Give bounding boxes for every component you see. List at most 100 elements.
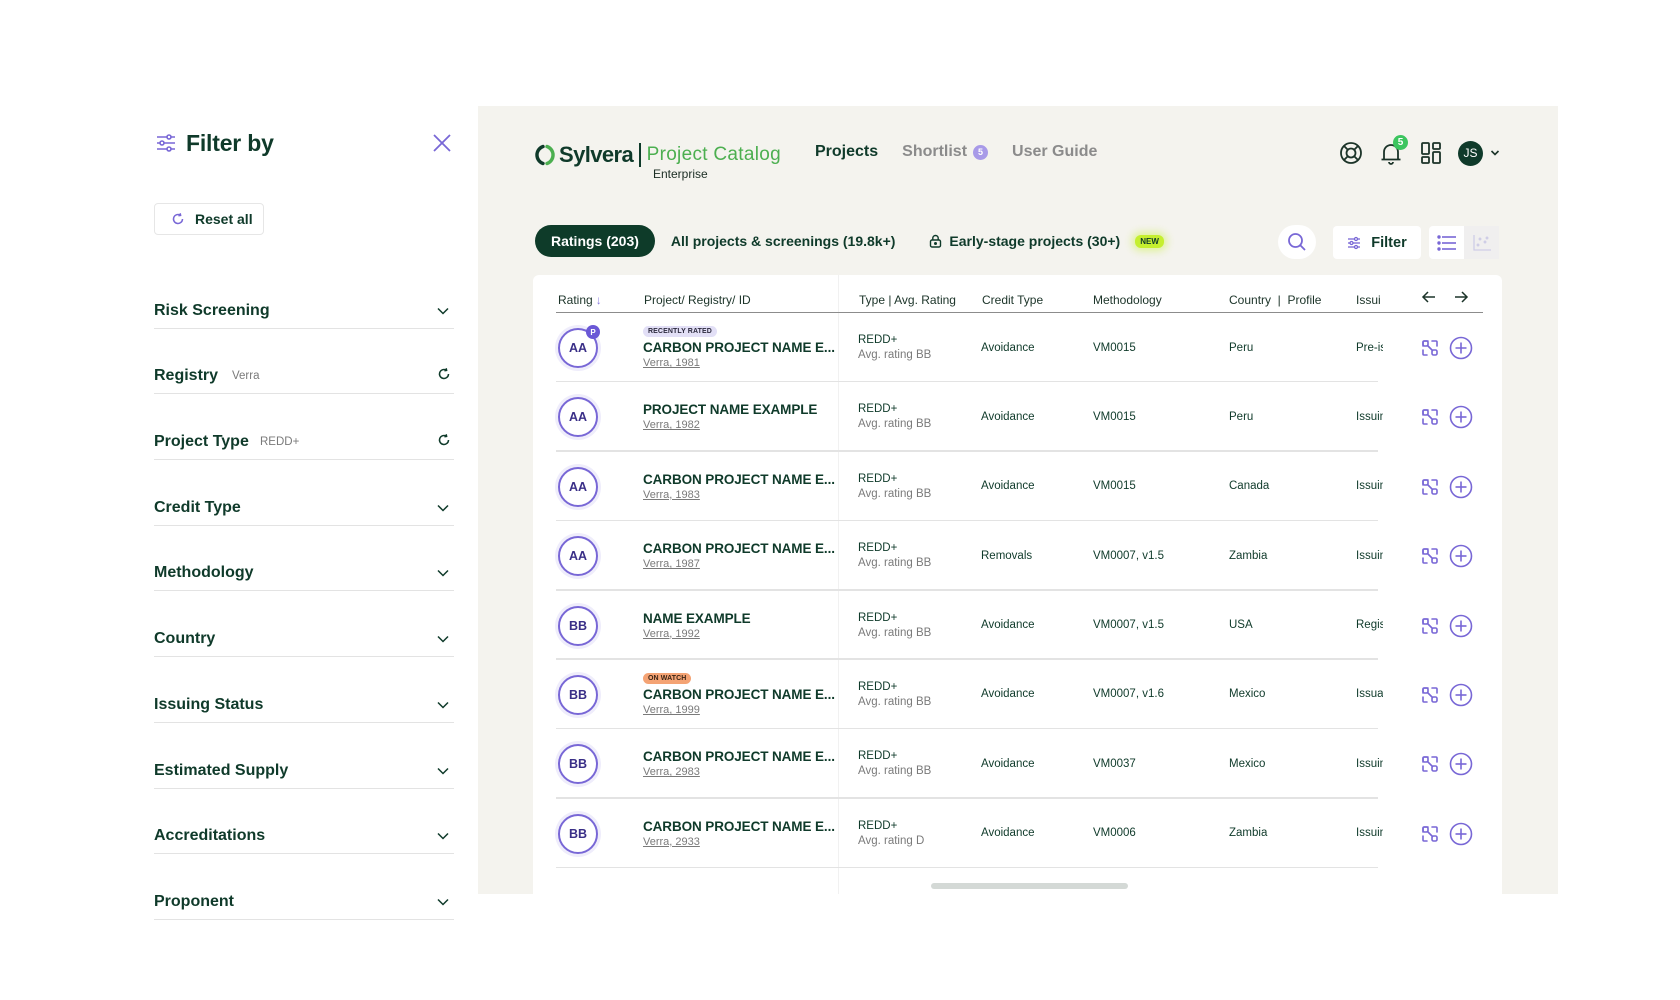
- registry-link[interactable]: Verra, 2933: [643, 836, 835, 848]
- chevron-down-icon[interactable]: [436, 831, 450, 841]
- project-name-link[interactable]: CARBON PROJECT NAME E...: [643, 472, 835, 487]
- chevron-down-icon[interactable]: [436, 568, 450, 578]
- reset-icon[interactable]: [437, 367, 451, 381]
- project-name-link[interactable]: CARBON PROJECT NAME E...: [643, 340, 835, 355]
- project-name-link[interactable]: NAME EXAMPLE: [643, 611, 751, 626]
- tab-ratings[interactable]: Ratings (203): [535, 225, 655, 257]
- registry-link[interactable]: Verra, 1992: [643, 628, 751, 640]
- table-row[interactable]: BB ON WATCH CARBON PROJECT NAME E... Verra,…: [556, 660, 1483, 730]
- compare-icon: [1422, 548, 1438, 564]
- table-row[interactable]: AA P RECENTLY RATED CARBON PROJECT NAME E..…: [556, 313, 1483, 383]
- compare-button[interactable]: [1420, 407, 1440, 427]
- registry-link[interactable]: Verra, 1987: [643, 558, 835, 570]
- close-icon[interactable]: [431, 132, 453, 154]
- search-button[interactable]: [1278, 225, 1316, 259]
- add-to-shortlist-button[interactable]: [1449, 544, 1473, 568]
- registry-link[interactable]: Verra, 1999: [643, 704, 835, 716]
- arrow-left-icon[interactable]: [1420, 289, 1438, 305]
- rating-badge: AA P: [558, 325, 600, 368]
- add-to-shortlist-button[interactable]: [1449, 336, 1473, 360]
- chevron-down-icon[interactable]: [436, 634, 450, 644]
- nav-projects[interactable]: Projects: [815, 143, 878, 161]
- logo[interactable]: Sylvera Project Catalog: [534, 140, 781, 170]
- chevron-down-icon[interactable]: [436, 306, 450, 316]
- rating-badge: BB: [558, 813, 598, 854]
- filter-button[interactable]: Filter: [1333, 226, 1421, 259]
- filter-project-type[interactable]: Project Type REDD+: [154, 394, 454, 461]
- project-name-link[interactable]: CARBON PROJECT NAME E...: [643, 541, 835, 556]
- help-button[interactable]: [1338, 140, 1364, 166]
- reset-icon[interactable]: [437, 433, 451, 447]
- chevron-down-icon[interactable]: [436, 503, 450, 513]
- table-row[interactable]: AA CARBON PROJECT NAME E... Verra, 1983 RED…: [556, 452, 1483, 522]
- compare-button[interactable]: [1420, 824, 1440, 844]
- project-name-link[interactable]: CARBON PROJECT NAME E...: [643, 687, 835, 702]
- project-cell: RECENTLY RATED CARBON PROJECT NAME E... Ve…: [643, 313, 835, 382]
- add-to-shortlist-button[interactable]: [1449, 822, 1473, 846]
- lifebuoy-icon: [1340, 142, 1362, 164]
- table-row[interactable]: AA CARBON PROJECT NAME E... Verra, 1987 RED…: [556, 521, 1483, 591]
- user-avatar[interactable]: JS: [1458, 140, 1483, 166]
- filter-country[interactable]: Country: [154, 591, 454, 658]
- compare-button[interactable]: [1420, 338, 1440, 358]
- col-rating-label: Rating: [558, 293, 593, 307]
- filter-label: Country: [154, 630, 216, 648]
- reset-all-button[interactable]: Reset all: [154, 203, 264, 235]
- registry-link[interactable]: Verra, 2983: [643, 766, 835, 778]
- notifications-button[interactable]: 5: [1378, 135, 1408, 166]
- registry-link[interactable]: Verra, 1981: [643, 357, 835, 369]
- row-divider: [556, 866, 1378, 869]
- issuing-status-cell: Registered: [1356, 619, 1383, 632]
- arrow-right-icon[interactable]: [1452, 289, 1470, 305]
- add-to-shortlist-button[interactable]: [1449, 475, 1473, 499]
- list-view-button[interactable]: [1429, 226, 1464, 259]
- filter-risk-screening[interactable]: Risk Screening: [154, 263, 454, 329]
- table-row[interactable]: BB CARBON PROJECT NAME E... Verra, 2983 RED…: [556, 729, 1483, 799]
- add-to-shortlist-button[interactable]: [1449, 614, 1473, 638]
- project-type: REDD+: [858, 472, 898, 485]
- project-name-link[interactable]: CARBON PROJECT NAME E...: [643, 819, 835, 834]
- filter-label: Estimated Supply: [154, 761, 289, 779]
- compare-button[interactable]: [1420, 616, 1440, 636]
- add-to-shortlist-button[interactable]: [1449, 752, 1473, 776]
- chart-view-button[interactable]: [1464, 226, 1499, 259]
- compare-button[interactable]: [1420, 754, 1440, 774]
- compare-button[interactable]: [1420, 546, 1440, 566]
- registry-link[interactable]: Verra, 1982: [643, 419, 817, 431]
- table-header: Rating ↓ Project/ Registry/ ID Type | Avg…: [556, 275, 1483, 313]
- tab-all-projects[interactable]: All projects & screenings (19.8k+): [671, 233, 895, 249]
- tab-early-stage[interactable]: Early-stage projects (30+) NEW: [929, 233, 1164, 249]
- filter-issuing-status[interactable]: Issuing Status: [154, 657, 454, 723]
- add-to-shortlist-button[interactable]: [1449, 405, 1473, 429]
- table-row[interactable]: BB CARBON PROJECT NAME E... Verra, 2933 RED…: [556, 799, 1483, 869]
- col-rating[interactable]: Rating ↓: [558, 293, 602, 307]
- filter-estimated-supply[interactable]: Estimated Supply: [154, 723, 454, 789]
- nav-shortlist[interactable]: Shortlist 5: [902, 143, 989, 161]
- chevron-down-icon[interactable]: [436, 700, 450, 710]
- horizontal-scrollbar[interactable]: [931, 883, 1128, 889]
- filter-accreditations[interactable]: Accreditations: [154, 789, 454, 855]
- registry-link[interactable]: Verra, 1983: [643, 489, 835, 501]
- chevron-down-icon[interactable]: [436, 766, 450, 776]
- methodology-cell: VM0015: [1093, 410, 1136, 423]
- project-name-link[interactable]: CARBON PROJECT NAME E...: [643, 749, 835, 764]
- type-cell: REDD+ Avg. rating BB: [858, 591, 931, 660]
- chevron-down-icon[interactable]: [436, 897, 450, 907]
- compare-button[interactable]: [1420, 685, 1440, 705]
- add-to-shortlist-button[interactable]: [1449, 683, 1473, 707]
- project-name-link[interactable]: PROJECT NAME EXAMPLE: [643, 402, 817, 417]
- table-row[interactable]: AA PROJECT NAME EXAMPLE Verra, 1982 REDD+ Av…: [556, 382, 1483, 452]
- chevron-down-icon[interactable]: [1490, 149, 1500, 157]
- filter-credit-type[interactable]: Credit Type: [154, 460, 454, 526]
- filter-methodology[interactable]: Methodology: [154, 526, 454, 592]
- issuing-status-cell: Pre-is: [1356, 341, 1383, 354]
- filter-proponent[interactable]: Proponent: [154, 854, 454, 920]
- compare-icon: [1422, 756, 1438, 773]
- nav-user-guide[interactable]: User Guide: [1012, 143, 1097, 161]
- table-row[interactable]: BB NAME EXAMPLE Verra, 1992 REDD+ Avg. ratin…: [556, 591, 1483, 660]
- compare-button[interactable]: [1420, 477, 1440, 497]
- col-methodology: Methodology: [1093, 293, 1162, 307]
- methodology-cell: VM0006: [1093, 827, 1136, 840]
- filter-registry[interactable]: Registry Verra: [154, 329, 454, 395]
- apps-button[interactable]: [1418, 140, 1444, 166]
